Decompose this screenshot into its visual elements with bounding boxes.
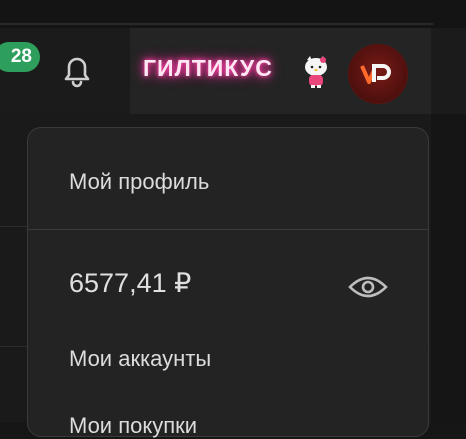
- page-divider: [0, 226, 30, 227]
- vp-logo-avatar: [360, 64, 391, 84]
- user-avatar[interactable]: [348, 44, 408, 104]
- menu-divider: [28, 229, 428, 230]
- menu-item-profile[interactable]: Мой профиль: [69, 169, 209, 195]
- top-strip: [0, 0, 466, 28]
- top-divider: [0, 23, 433, 25]
- menu-item-purchases[interactable]: Мои покупки: [69, 413, 197, 439]
- menu-item-accounts[interactable]: Мои аккаунты: [69, 346, 211, 372]
- balance-amount: 6577,41 ₽: [69, 268, 192, 298]
- notification-count-badge[interactable]: 28: [0, 42, 40, 72]
- eye-icon[interactable]: [347, 271, 389, 303]
- page-divider: [0, 346, 30, 347]
- bell-icon[interactable]: [56, 50, 98, 92]
- hello-kitty-sticker: [302, 55, 330, 89]
- right-edge-panel: [431, 114, 466, 422]
- username[interactable]: ГИЛТИКУС: [143, 55, 273, 82]
- user-dropdown-menu: Мой профиль 6577,41 ₽ Мои аккаунты Мои п…: [27, 127, 429, 439]
